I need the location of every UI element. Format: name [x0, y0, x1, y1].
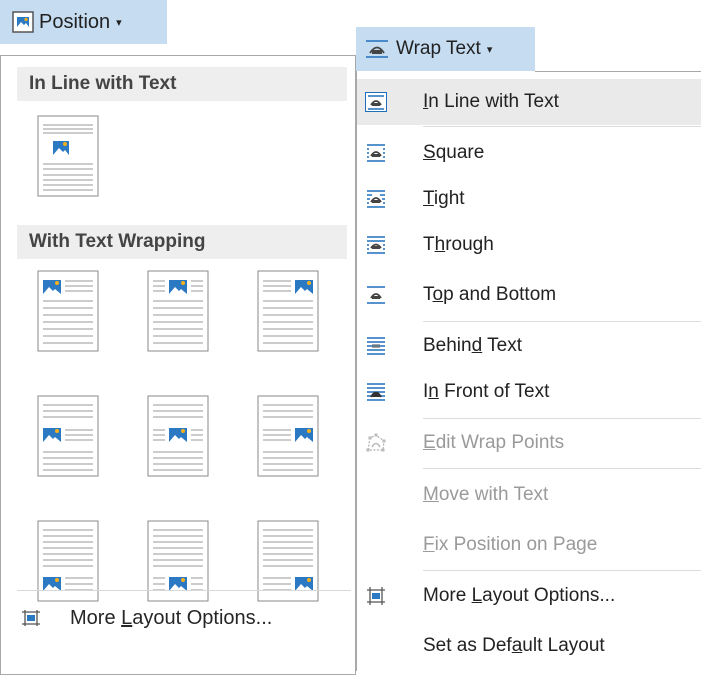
- menu-separator: [423, 468, 701, 469]
- menu-item-edit-wrap-points[interactable]: Edit Wrap Points: [357, 420, 701, 466]
- tight-wrap-icon: [365, 189, 387, 209]
- menu-item-move-with-text[interactable]: Move with Text: [357, 472, 701, 518]
- menu-item-label: Square: [423, 142, 485, 163]
- menu-item-label: Top and Bottom: [423, 284, 557, 305]
- wrap-text-button[interactable]: Wrap Text ▾: [356, 27, 535, 71]
- menu-item-label: Edit Wrap Points: [423, 432, 565, 453]
- menu-item-label: Through: [423, 234, 494, 255]
- position-top-center-thumbnail[interactable]: [147, 270, 209, 352]
- menu-separator: [423, 126, 701, 127]
- menu-item-through[interactable]: Through: [357, 222, 701, 268]
- position-top-right-thumbnail[interactable]: [257, 270, 319, 352]
- menu-item-label: Set as Default Layout: [423, 635, 605, 656]
- menu-item-behind-text[interactable]: Behind Text: [357, 323, 701, 369]
- more-layout-options-label: More Layout Options...: [70, 606, 273, 629]
- top-bottom-wrap-icon: [365, 285, 387, 305]
- position-inline-thumbnail[interactable]: [37, 115, 99, 197]
- inline-wrap-icon: [365, 92, 387, 112]
- menu-item-in-line-with-text[interactable]: In Line with Text: [357, 79, 701, 125]
- through-wrap-icon: [365, 235, 387, 255]
- menu-item-label: Move with Text: [423, 484, 549, 505]
- menu-item-label: Fix Position on Page: [423, 534, 598, 555]
- layout-options-icon: [365, 586, 387, 606]
- chevron-down-icon: ▾: [486, 43, 493, 56]
- menu-item-more-layout-options[interactable]: More Layout Options...: [357, 573, 701, 619]
- with-text-wrapping-heading: With Text Wrapping: [17, 225, 347, 259]
- panel-separator: [17, 590, 351, 591]
- in-line-with-text-heading: In Line with Text: [17, 67, 347, 101]
- position-middle-center-thumbnail[interactable]: [147, 395, 209, 477]
- menu-separator: [423, 418, 701, 419]
- menu-item-square[interactable]: Square: [357, 130, 701, 176]
- menu-item-label: Tight: [423, 188, 465, 209]
- edit-wrap-points-icon: [365, 433, 387, 453]
- behind-text-icon: [365, 336, 387, 356]
- menu-item-fix-position-on-page[interactable]: Fix Position on Page: [357, 522, 701, 568]
- menu-item-label: In Line with Text: [423, 91, 559, 112]
- menu-item-label: Behind Text: [423, 335, 522, 356]
- layout-options-icon: [20, 609, 42, 627]
- menu-separator: [423, 321, 701, 322]
- square-wrap-icon: [365, 143, 387, 163]
- wrap-text-menu: In Line with Text Square Tight Through T…: [356, 71, 701, 671]
- position-image-icon: [12, 11, 34, 33]
- position-middle-right-thumbnail[interactable]: [257, 395, 319, 477]
- wrap-text-button-label: Wrap Text: [396, 38, 481, 59]
- menu-item-label: More Layout Options...: [423, 585, 616, 606]
- menu-item-set-as-default-layout[interactable]: Set as Default Layout: [357, 623, 701, 669]
- position-button[interactable]: Position ▾: [0, 0, 167, 44]
- position-button-label: Position: [39, 10, 111, 33]
- menu-item-label: In Front of Text: [423, 381, 550, 402]
- menu-separator: [423, 570, 701, 571]
- menu-item-tight[interactable]: Tight: [357, 176, 701, 222]
- wrap-text-icon: [364, 39, 390, 59]
- menu-item-in-front-of-text[interactable]: In Front of Text: [357, 369, 701, 415]
- position-middle-left-thumbnail[interactable]: [37, 395, 99, 477]
- position-gallery-panel: In Line with Text With Text Wrapping: [0, 55, 358, 675]
- menu-item-top-and-bottom[interactable]: Top and Bottom: [357, 272, 701, 318]
- in-front-text-icon: [365, 382, 387, 402]
- more-layout-options-button[interactable]: More Layout Options...: [0, 593, 350, 643]
- position-top-left-thumbnail[interactable]: [37, 270, 99, 352]
- chevron-down-icon: ▾: [116, 16, 122, 29]
